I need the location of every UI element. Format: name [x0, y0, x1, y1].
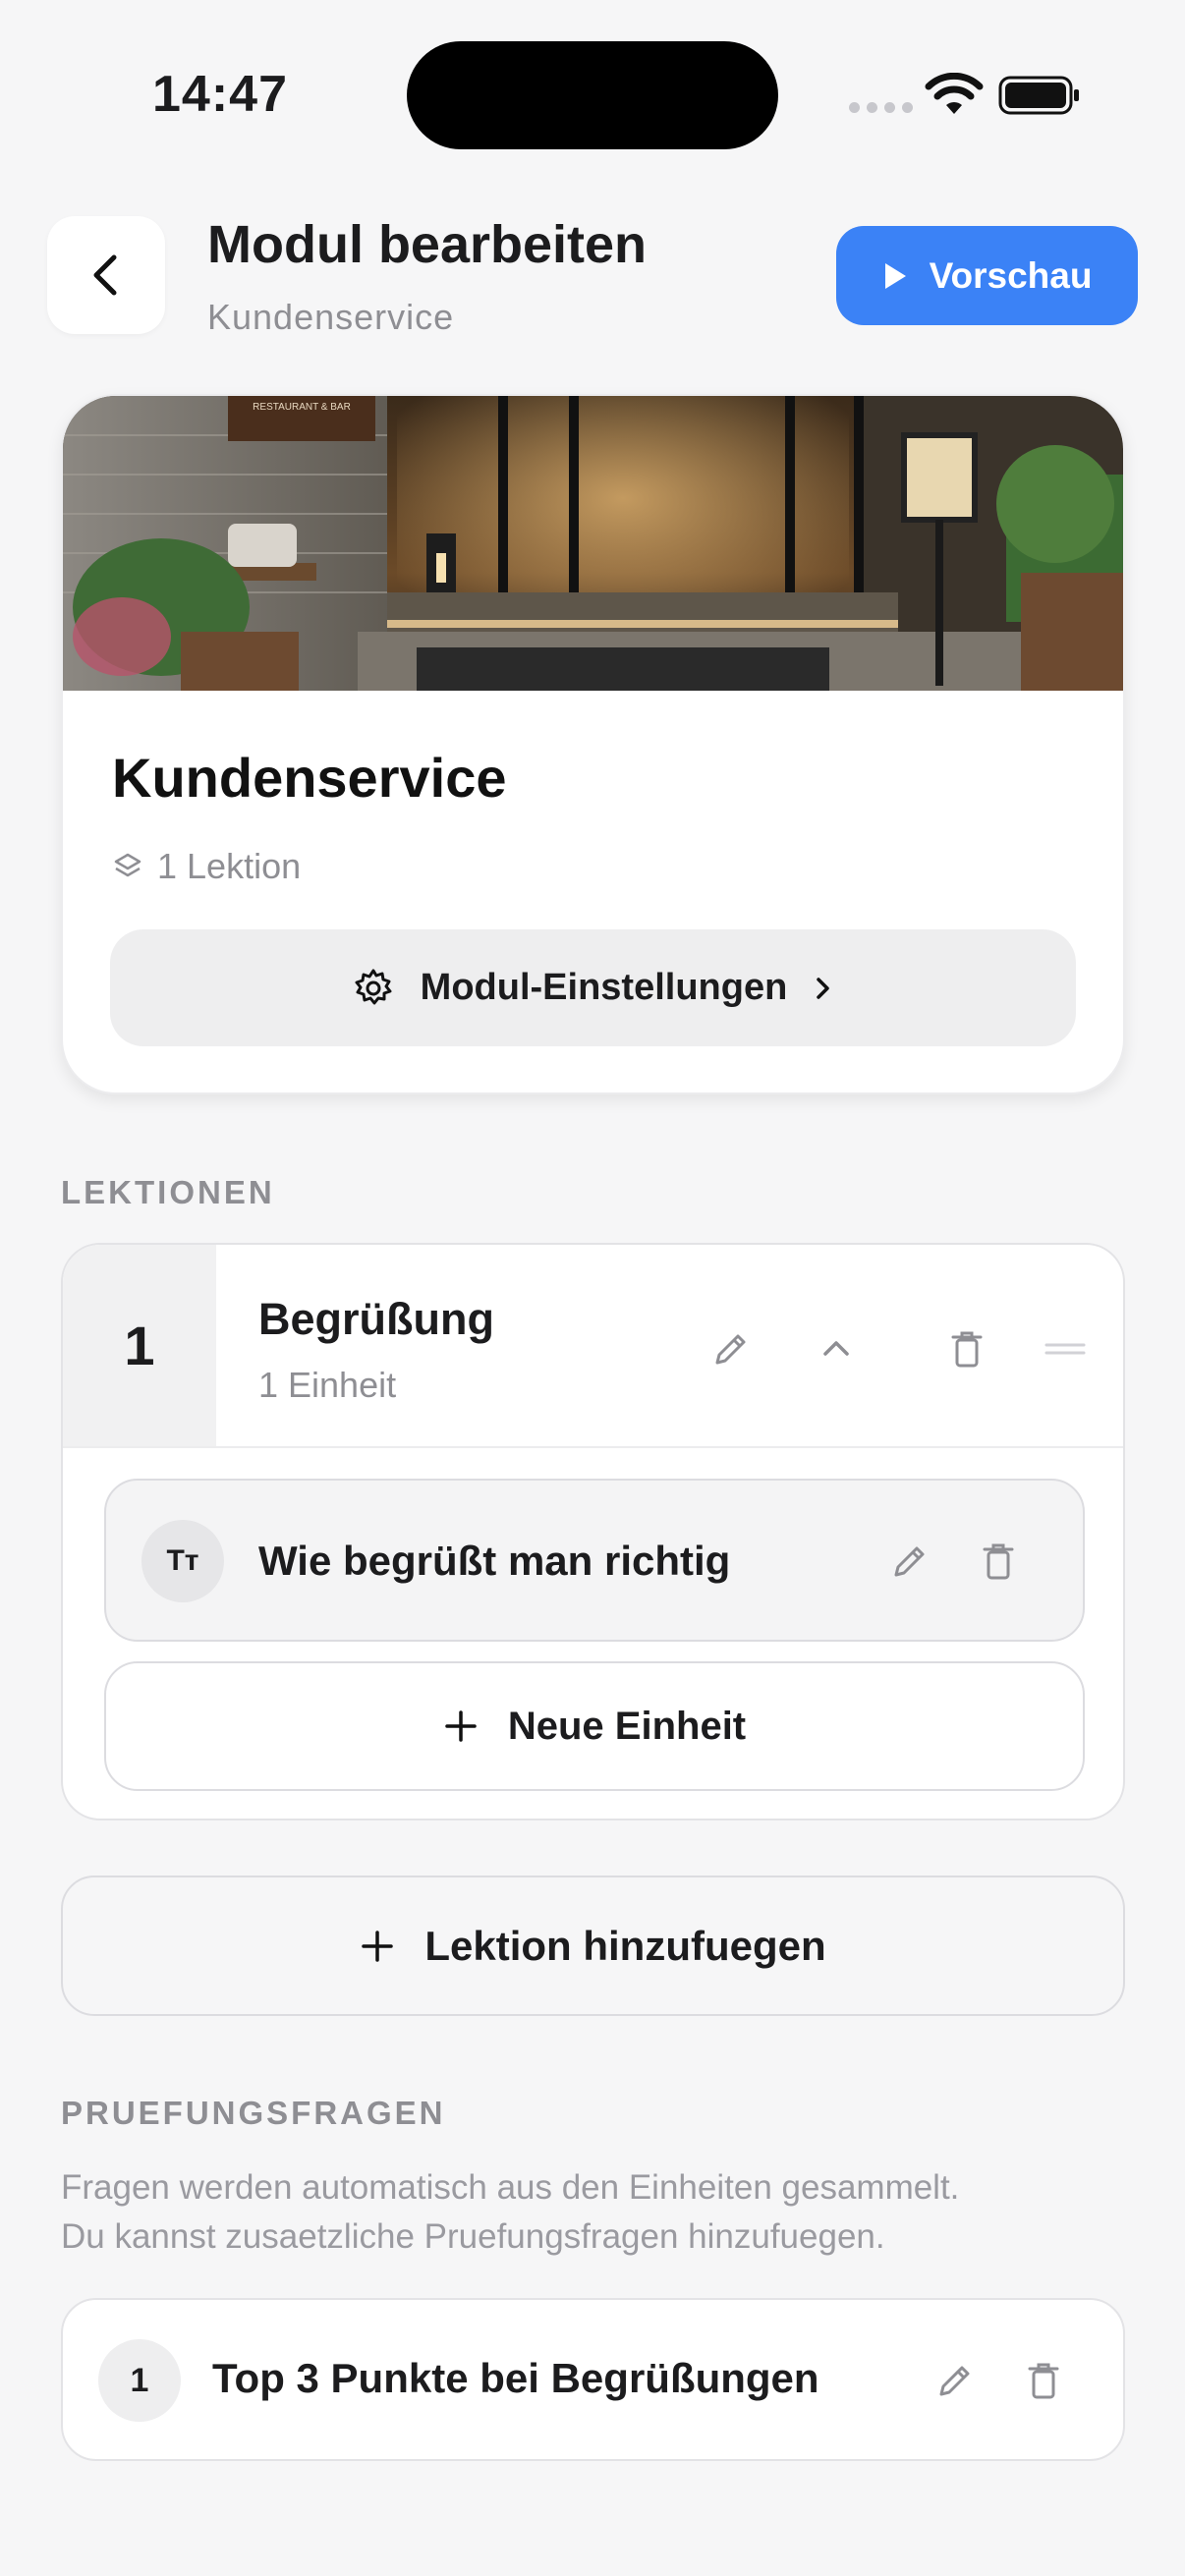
unit-title: Wie begrüßt man richtig: [258, 1538, 731, 1584]
question-row[interactable]: 1 Top 3 Punkte bei Begrüßungen: [61, 2298, 1125, 2461]
status-time: 14:47: [152, 66, 288, 123]
chevron-right-icon: [817, 977, 830, 999]
exam-section-label: PRUEFUNGSFRAGEN: [61, 2095, 446, 2131]
add-lesson-button[interactable]: Lektion hinzufuegen: [61, 1876, 1125, 2016]
lesson-count-text: 1 Lektion: [157, 846, 302, 886]
text-type-icon: Tт: [141, 1520, 224, 1602]
module-settings-button[interactable]: Modul-Einstellungen: [110, 929, 1076, 1046]
play-icon: [884, 262, 906, 289]
plus-icon: [445, 1710, 477, 1742]
question-number: 1: [98, 2339, 181, 2422]
add-lesson-label: Lektion hinzufuegen: [424, 1922, 826, 1969]
page-title: Modul bearbeiten: [207, 215, 648, 274]
exam-description: Fragen werden automatisch aus den Einhei…: [61, 2163, 1142, 2262]
drag-handle-icon[interactable]: [1026, 1310, 1104, 1388]
delete-lesson-button[interactable]: [928, 1310, 1006, 1388]
trash-icon: [983, 1543, 1014, 1580]
dynamic-island: [407, 41, 778, 149]
module-settings-label: Modul-Einstellungen: [420, 967, 788, 1008]
lesson-divider: [63, 1446, 1123, 1448]
plus-icon: [362, 1930, 394, 1962]
new-unit-button[interactable]: Neue Einheit: [104, 1661, 1085, 1791]
new-unit-label: Neue Einheit: [507, 1704, 747, 1748]
edit-unit-button[interactable]: [873, 1524, 947, 1598]
exam-description-line-1: Fragen werden automatisch aus den Einhei…: [61, 2168, 960, 2207]
module-title: Kundenservice: [112, 747, 507, 809]
lesson-title: Begrüßung: [258, 1294, 494, 1344]
lesson-count: 1 Lektion: [112, 846, 301, 887]
chevron-up-icon: [823, 1341, 849, 1356]
delete-question-button[interactable]: [1006, 2343, 1081, 2418]
unit-row[interactable]: Tт Wie begrüßt man richtig: [104, 1479, 1085, 1642]
restaurant-sign: RESTAURANT & BAR: [253, 402, 351, 413]
delete-unit-button[interactable]: [961, 1524, 1036, 1598]
battery-icon: [998, 76, 1079, 115]
module-hero-image: RESTAURANT & BAR: [63, 396, 1123, 691]
cellular-signal-icon: [849, 102, 913, 113]
page-subtitle: Kundenservice: [207, 297, 455, 337]
question-title: Top 3 Punkte bei Begrüßungen: [212, 2355, 819, 2401]
preview-button[interactable]: Vorschau: [836, 226, 1138, 325]
pencil-icon: [939, 2366, 970, 2396]
preview-label: Vorschau: [929, 254, 1093, 296]
lesson-card: 1 Begrüßung 1 Einheit Tт Wie begrüßt man…: [61, 1243, 1125, 1820]
lessons-section-label: LEKTIONEN: [61, 1174, 275, 1210]
gear-icon: [355, 969, 392, 1004]
wifi-icon: [925, 73, 984, 114]
trash-icon: [1028, 2363, 1059, 2399]
lesson-unit-count: 1 Einheit: [258, 1365, 397, 1405]
exam-description-line-2: Du kannst zusaetzliche Pruefungsfragen h…: [61, 2217, 885, 2256]
back-button[interactable]: [47, 216, 165, 334]
collapse-lesson-button[interactable]: [797, 1310, 875, 1388]
trash-icon: [951, 1331, 983, 1368]
edit-question-button[interactable]: [918, 2343, 992, 2418]
lesson-number: 1: [63, 1245, 216, 1446]
layers-icon: [114, 853, 141, 877]
edit-lesson-button[interactable]: [692, 1310, 770, 1388]
chevron-left-icon: [93, 254, 117, 296]
pencil-icon: [715, 1334, 746, 1365]
pencil-icon: [894, 1546, 925, 1577]
module-card: RESTAURANT & BAR Kundenservice 1 Lektion…: [61, 394, 1125, 1094]
